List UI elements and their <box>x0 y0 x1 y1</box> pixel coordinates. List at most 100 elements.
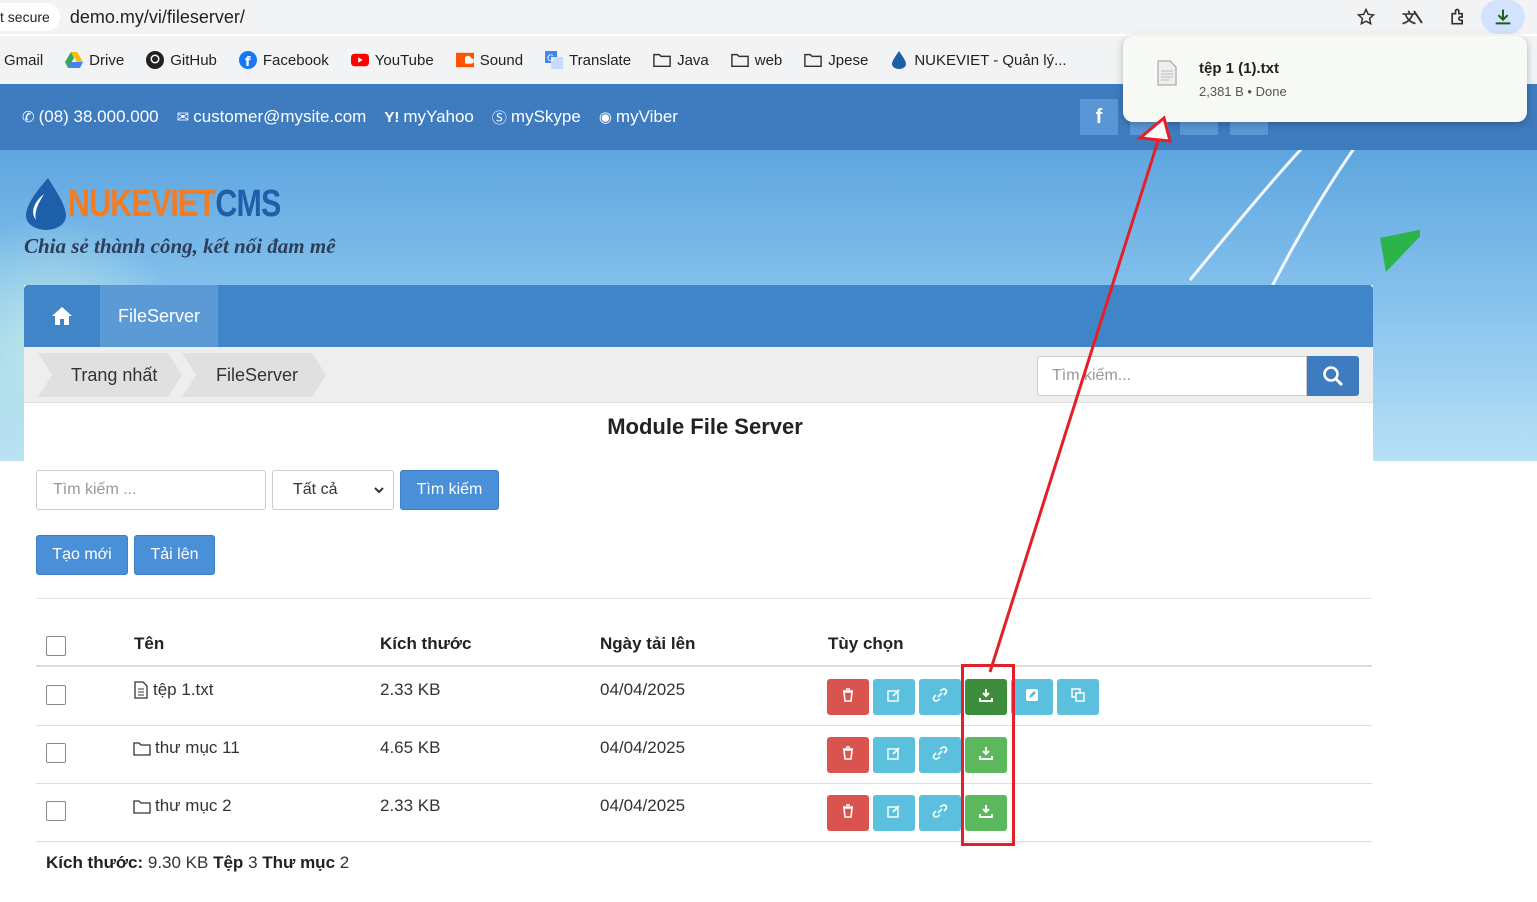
bookmark-github[interactable]: GitHub <box>146 51 217 69</box>
breadcrumb-fileserver[interactable]: FileServer <box>182 353 326 397</box>
table-header: Tên Kích thước Ngày tải lên Tùy chọn <box>36 630 1372 667</box>
table-row: thư mục 2 2.33 KB 04/04/2025 <box>36 784 1372 842</box>
edit-button[interactable] <box>873 737 915 773</box>
type-select[interactable]: Tất cả <box>272 470 394 510</box>
bookmark-facebook[interactable]: f Facebook <box>238 51 329 69</box>
yahoo-contact[interactable]: Y! myYahoo <box>384 107 474 127</box>
folder-icon <box>133 799 151 814</box>
table-row: thư mục 11 4.65 KB 04/04/2025 <box>36 726 1372 784</box>
delete-button[interactable] <box>827 795 869 831</box>
bookmark-nukeviet[interactable]: NUKEVIET - Quản lý... <box>890 51 1067 69</box>
site-search-input[interactable]: Tìm kiếm... <box>1037 356 1307 396</box>
bookmark-drive[interactable]: Drive <box>65 51 124 69</box>
edit-icon <box>887 803 901 823</box>
create-button[interactable]: Tạo mới <box>36 535 128 575</box>
copy-icon <box>1071 687 1085 707</box>
summary-size-label: Kích thước: <box>46 853 144 872</box>
site-search: Tìm kiếm... <box>1037 356 1359 396</box>
translate-icon: G <box>545 51 564 69</box>
file-name-link[interactable]: tệp 1.txt <box>133 680 213 700</box>
security-indicator[interactable]: t secure <box>0 3 60 31</box>
github-icon <box>146 51 165 69</box>
summary-folders-label: Thư mục <box>262 853 336 872</box>
folder-icon <box>133 741 151 756</box>
link-button[interactable] <box>919 679 961 715</box>
folder-size: 4.65 KB <box>380 738 441 757</box>
breadcrumb-home[interactable]: Trang nhất <box>38 353 182 397</box>
home-icon[interactable] <box>24 285 100 347</box>
trash-icon <box>841 687 855 707</box>
facebook-icon[interactable]: f <box>1080 99 1118 135</box>
annotation-highlight-box <box>961 664 1015 846</box>
delete-button[interactable] <box>827 679 869 715</box>
email-text: customer@mysite.com <box>193 107 367 126</box>
bookmark-gmail[interactable]: Gmail <box>4 52 43 69</box>
folder-name-link[interactable]: thư mục 11 <box>133 738 240 758</box>
nukeviet-icon <box>890 51 908 69</box>
copy-button[interactable] <box>1057 679 1099 715</box>
file-size: 2.33 KB <box>380 680 441 699</box>
folder-icon <box>653 51 671 69</box>
url-field[interactable]: demo.my/vi/fileserver/ <box>70 7 245 28</box>
upload-button[interactable]: Tải lên <box>134 535 215 575</box>
skype-icon: Ⓢ <box>491 109 507 127</box>
folder-name-link[interactable]: thư mục 2 <box>133 796 232 816</box>
phone-contact[interactable]: ✆ (08) 38.000.000 <box>22 107 159 127</box>
bookmark-label: Translate <box>569 51 632 69</box>
table-row: tệp 1.txt 2.33 KB 04/04/2025 <box>36 668 1372 726</box>
logo-text-cms: CMS <box>215 182 281 225</box>
link-button[interactable] <box>919 737 961 773</box>
viber-contact[interactable]: ◉ myViber <box>599 107 678 127</box>
folder-name: thư mục 11 <box>155 738 240 757</box>
skype-contact[interactable]: ⓈmySkype <box>492 107 581 128</box>
edit-button[interactable] <box>873 795 915 831</box>
summary-files-label: Tệp <box>213 853 244 872</box>
bookmark-label: Java <box>677 51 709 69</box>
bookmark-sound[interactable]: Sound <box>455 51 523 69</box>
svg-text:G: G <box>547 54 554 64</box>
folder-summary: Kích thước: 9.30 KB Tệp 3 Thư mục 2 <box>46 853 349 873</box>
bookmark-label: Gmail <box>4 51 44 69</box>
bookmark-translate[interactable]: G Translate <box>545 51 631 69</box>
row-checkbox[interactable] <box>46 685 66 705</box>
bookmark-youtube[interactable]: YouTube <box>350 51 434 69</box>
row-checkbox[interactable] <box>46 743 66 763</box>
logo-text-nukeviet: NUKEVIET <box>68 182 216 225</box>
header-date: Ngày tải lên <box>600 634 696 653</box>
row-checkbox[interactable] <box>46 801 66 821</box>
breadcrumb: Trang nhất FileServer Tìm kiếm... <box>24 347 1373 403</box>
bookmark-label: Jpese <box>828 51 869 69</box>
site-logo[interactable]: NUKEVIETCMS <box>24 176 334 232</box>
main-panel: FileServer Trang nhất FileServer Tìm kiế… <box>24 285 1373 902</box>
search-icon[interactable] <box>1307 356 1359 396</box>
nav-tab-fileserver[interactable]: FileServer <box>100 285 218 347</box>
edit-icon <box>887 745 901 765</box>
soundcloud-icon <box>455 51 474 69</box>
folder-name: thư mục 2 <box>155 796 232 815</box>
link-button[interactable] <box>919 795 961 831</box>
extensions-icon[interactable] <box>1435 7 1481 27</box>
email-contact[interactable]: ✉ customer@mysite.com <box>177 107 367 127</box>
rename-button[interactable] <box>1011 679 1053 715</box>
bookmark-label: web <box>754 51 783 69</box>
translate-extension-icon[interactable]: 文 <box>1389 7 1435 27</box>
bookmark-java[interactable]: Java <box>653 51 709 69</box>
action-buttons: Tạo mới Tải lên <box>36 535 215 575</box>
envelope-icon: ✉ <box>176 109 190 126</box>
folder-date: 04/04/2025 <box>600 738 686 757</box>
bookmark-web[interactable]: web <box>730 51 783 69</box>
site-slogan: Chia sẻ thành công, kết nối đam mê <box>24 234 336 258</box>
trash-icon <box>841 803 855 823</box>
edit-button[interactable] <box>873 679 915 715</box>
link-icon <box>932 803 948 824</box>
divider <box>36 598 1372 599</box>
download-filename[interactable]: tệp 1 (1).txt <box>1199 60 1279 77</box>
download-icon[interactable] <box>1481 0 1525 34</box>
delete-button[interactable] <box>827 737 869 773</box>
bookmark-jpese[interactable]: Jpese <box>804 51 868 69</box>
filter-search-input[interactable]: Tìm kiếm ... <box>36 470 266 510</box>
select-all-checkbox[interactable] <box>46 636 66 656</box>
filter-search-button[interactable]: Tìm kiếm <box>400 470 499 510</box>
bookmark-label: GitHub <box>170 51 217 69</box>
star-icon[interactable] <box>1343 7 1389 27</box>
